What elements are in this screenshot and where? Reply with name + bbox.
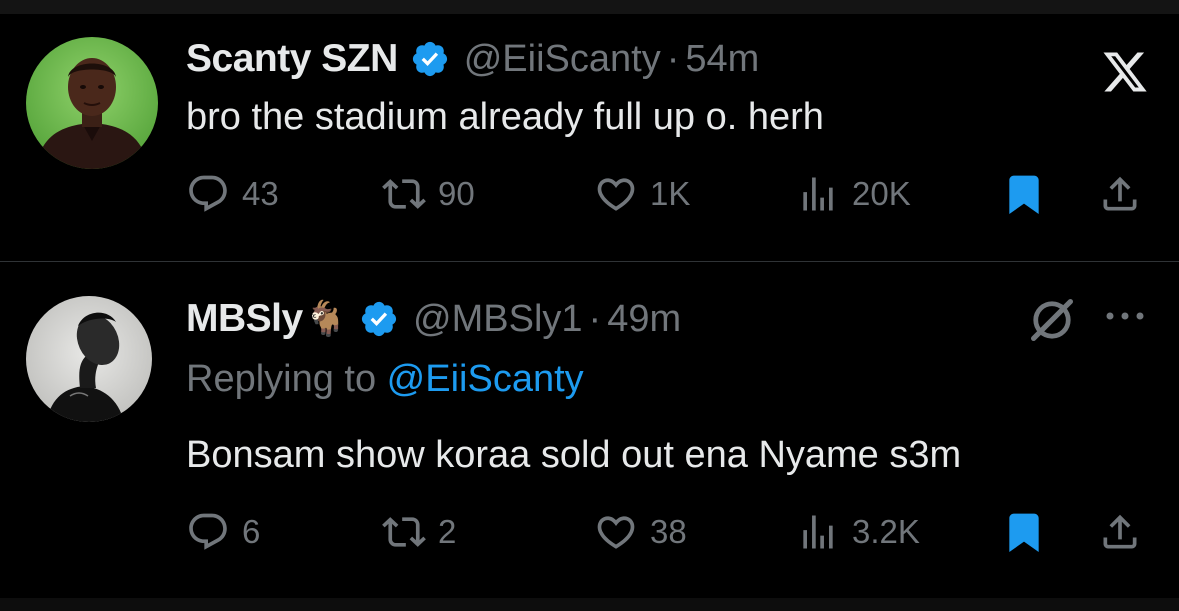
avatar[interactable]: [26, 296, 152, 422]
views-button[interactable]: 3.2K: [796, 507, 920, 557]
views-icon: [803, 177, 833, 211]
bottom-bar: [0, 598, 1179, 611]
timestamp[interactable]: 54m: [685, 38, 759, 81]
tweet-text: Bonsam show koraa sold out ena Nyame s3m: [186, 434, 962, 476]
more-icon[interactable]: [1100, 306, 1150, 326]
action-bar: 6 2 38 3.2K: [186, 507, 1146, 557]
verified-badge-icon: [412, 41, 447, 77]
reply-count: 6: [242, 513, 261, 550]
heart-icon: [597, 516, 635, 549]
share-button[interactable]: [1098, 169, 1142, 219]
bookmark-button[interactable]: [1002, 507, 1046, 557]
reply-icon: [189, 513, 227, 550]
like-button[interactable]: 1K: [594, 169, 690, 219]
repost-icon: [382, 517, 426, 547]
separator-dot: ·: [588, 297, 602, 340]
bookmark-icon: [1009, 175, 1039, 215]
user-handle[interactable]: @MBSly1: [413, 298, 583, 341]
action-bar: 43 90 1K 20K: [186, 169, 1146, 219]
separator-dot: ·: [666, 37, 680, 80]
x-logo-icon[interactable]: [1101, 48, 1149, 96]
repost-icon: [382, 179, 426, 209]
grok-icon[interactable]: [1026, 294, 1078, 346]
share-button[interactable]: [1098, 507, 1142, 557]
views-count: 20K: [852, 175, 911, 212]
tweet[interactable]: Scanty SZN @EiiScanty · 54m bro the stad…: [0, 14, 1179, 261]
repost-count: 2: [438, 513, 457, 550]
repost-button[interactable]: 2: [382, 507, 456, 557]
like-button[interactable]: 38: [594, 507, 687, 557]
tweet-header: Scanty SZN @EiiScanty · 54m: [186, 34, 759, 84]
tweet-text: bro the stadium already full up o. herh: [186, 96, 824, 138]
avatar-image: [26, 296, 152, 422]
bookmark-icon: [1009, 513, 1039, 553]
share-icon: [1103, 176, 1137, 211]
display-name[interactable]: MBSly: [186, 297, 303, 341]
tweet[interactable]: MBSly 🐐 @MBSly1 · 49m Replying to @EiiSc…: [0, 262, 1179, 598]
goat-emoji: 🐐: [304, 300, 348, 338]
replying-to: Replying to @EiiScanty: [186, 358, 584, 401]
views-button[interactable]: 20K: [796, 169, 911, 219]
top-bar: [0, 0, 1179, 14]
reply-button[interactable]: 43: [186, 169, 279, 219]
display-name[interactable]: Scanty SZN: [186, 37, 398, 81]
share-icon: [1103, 514, 1137, 549]
verified-badge-icon: [361, 301, 397, 337]
bookmark-button[interactable]: [1002, 169, 1046, 219]
replying-to-label: Replying to: [186, 358, 387, 400]
user-handle[interactable]: @EiiScanty: [464, 38, 661, 81]
reply-count: 43: [242, 175, 279, 212]
like-count: 1K: [650, 175, 691, 212]
views-count: 3.2K: [852, 513, 920, 550]
avatar[interactable]: [26, 37, 158, 169]
repost-count: 90: [438, 175, 475, 212]
replying-to-handle[interactable]: @EiiScanty: [387, 358, 584, 400]
timestamp[interactable]: 49m: [607, 298, 681, 341]
reply-button[interactable]: 6: [186, 507, 260, 557]
avatar-image: [26, 37, 158, 169]
reply-icon: [189, 175, 227, 212]
repost-button[interactable]: 90: [382, 169, 475, 219]
tweet-header: MBSly 🐐 @MBSly1 · 49m: [186, 294, 681, 344]
views-icon: [803, 515, 833, 549]
heart-icon: [597, 178, 635, 211]
like-count: 38: [650, 513, 687, 550]
